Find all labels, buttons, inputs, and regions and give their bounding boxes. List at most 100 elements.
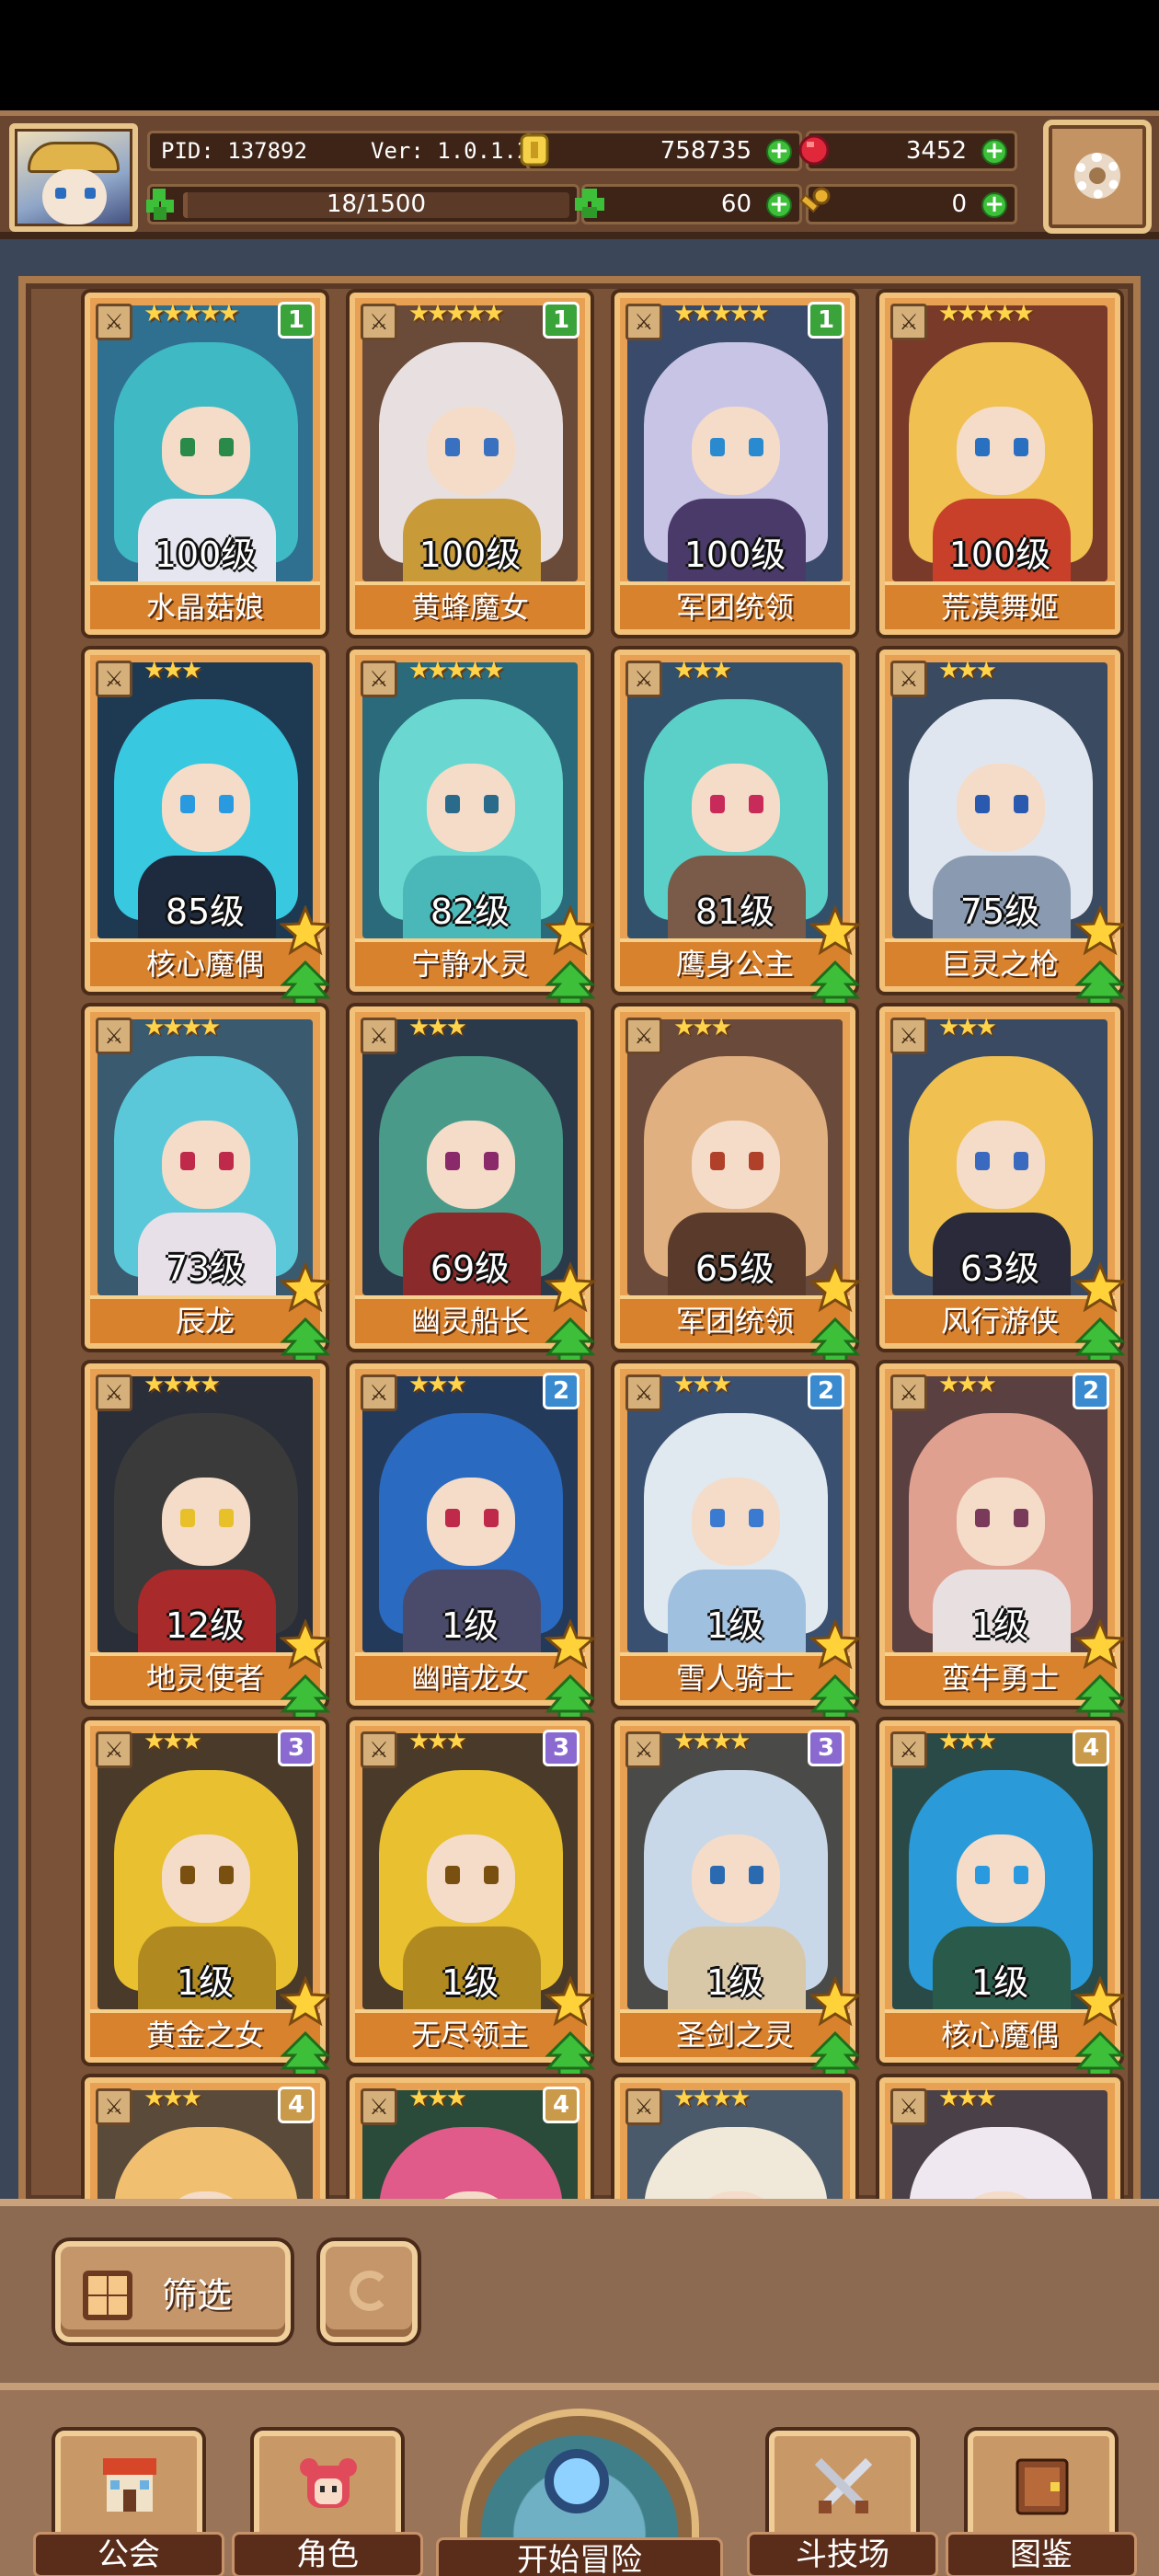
grid-icon	[83, 2271, 132, 2320]
level-up-arrow-icon	[280, 2030, 331, 2079]
nav-heroes[interactable]: 角色	[232, 2431, 423, 2576]
hero-card[interactable]: ⚔ ★★★★	[614, 2077, 855, 2215]
add-gem-button[interactable]: +	[981, 139, 1007, 165]
star-upgrade-icon	[545, 1976, 596, 2027]
hero-star-rating: ★★★	[408, 2085, 467, 2112]
star-upgrade-icon	[280, 1976, 331, 2027]
star-upgrade-icon	[545, 1262, 596, 1313]
nav-codex-label: 图鉴	[946, 2532, 1137, 2576]
star-upgrade-icon	[1074, 1262, 1126, 1313]
bottom-navigation: 公会 角色 开始冒险 斗技场 图鉴	[0, 2383, 1159, 2576]
star-upgrade-icon	[280, 1262, 331, 1313]
hero-card[interactable]: ⚔ ★★★★★ 1 100级 军团统领	[614, 293, 855, 635]
hero-star-rating: ★★★	[938, 657, 997, 684]
hero-star-rating: ★★★★★	[143, 300, 240, 328]
hero-class-icon: ⚔	[361, 304, 397, 340]
star-upgrade-icon	[1074, 1976, 1126, 2027]
hero-class-icon: ⚔	[890, 1018, 927, 1054]
hero-class-icon: ⚔	[625, 661, 662, 697]
nav-guild-label: 公会	[33, 2532, 224, 2576]
hero-star-rating: ★★★	[673, 1371, 732, 1398]
clover-icon	[146, 189, 174, 220]
hero-star-rating: ★★★	[408, 1371, 467, 1398]
hero-card[interactable]: ⚔ ★★★ 65级 军团统领	[614, 1006, 861, 1365]
level-up-arrow-icon	[1074, 1317, 1126, 1365]
hero-rank-badge: 4	[278, 2087, 315, 2123]
hero-card[interactable]: ⚔ ★★★★★ 82级 宁静水灵	[350, 650, 596, 1008]
hero-card[interactable]: ⚔ ★★★★ 73级 辰龙	[85, 1006, 331, 1365]
hero-grid: ⚔ ★★★★★ 1 100级 水晶菇娘 ⚔ ★★★★★ 1 100级 黄蜂魔女 ⚔ ★★★★★ 1 100…	[63, 283, 1148, 2215]
hero-name: 荒漠舞姬	[885, 581, 1115, 629]
hero-rank-badge: 3	[808, 1730, 844, 1766]
hero-card[interactable]: ⚔ ★★★ 75级 巨灵之枪	[879, 650, 1126, 1008]
nav-codex[interactable]: 图鉴	[946, 2431, 1137, 2576]
hero-level: 100级	[419, 535, 522, 575]
settings-button[interactable]	[1043, 120, 1152, 234]
nav-start-adventure[interactable]: 开始冒险	[436, 2390, 723, 2576]
hero-card[interactable]: ⚔ ★★★ 85级 核心魔偶	[85, 650, 331, 1008]
top-header: PID: 137892 Ver: 1.0.1.2 18/1500 758735 …	[0, 110, 1159, 239]
hero-class-icon: ⚔	[96, 661, 132, 697]
hero-class-icon: ⚔	[361, 2088, 397, 2125]
crossed-swords-icon	[814, 2457, 873, 2513]
nav-guild[interactable]: 公会	[33, 2431, 224, 2576]
filter-button[interactable]: 筛选	[55, 2241, 291, 2342]
gem-amount: 3452	[905, 137, 967, 165]
hero-card[interactable]: ⚔ ★★★ 2 1级 幽暗龙女	[350, 1363, 596, 1722]
add-gold-button[interactable]: +	[766, 139, 792, 165]
add-clover-button[interactable]: +	[766, 192, 792, 218]
hero-card[interactable]: ⚔ ★★★ 4	[85, 2077, 326, 2215]
hero-star-rating: ★★★	[938, 1371, 997, 1398]
level-up-arrow-icon	[1074, 2030, 1126, 2079]
key-icon	[799, 187, 831, 213]
nav-heroes-label: 角色	[232, 2532, 423, 2576]
hero-card[interactable]: ⚔ ★★★★★ 1 100级 水晶菇娘	[85, 293, 326, 635]
player-avatar[interactable]	[9, 123, 138, 232]
level-up-arrow-icon	[280, 960, 331, 1008]
hero-card[interactable]: ⚔ ★★★ 2 1级 蛮牛勇士	[879, 1363, 1126, 1722]
gem-box: 3452 +	[798, 131, 1017, 171]
player-id-box: PID: 137892 Ver: 1.0.1.2	[147, 131, 543, 171]
hero-roster-panel[interactable]: ⚔ ★★★★★ 1 100级 水晶菇娘 ⚔ ★★★★★ 1 100级 黄蜂魔女 ⚔ ★★★★★ 1 100…	[18, 276, 1141, 2215]
hero-card[interactable]: ⚔ ★★★ 4 1级 核心魔偶	[879, 1720, 1126, 2079]
hero-star-rating: ★★★	[143, 657, 202, 684]
hero-level: 100级	[683, 535, 786, 575]
hero-class-icon: ⚔	[96, 1018, 132, 1054]
filter-bar: 筛选	[0, 2199, 1159, 2383]
hero-rank-badge: 4	[1073, 1730, 1109, 1766]
hero-rank-badge: 2	[808, 1373, 844, 1409]
game-version: Ver: 1.0.1.2	[371, 138, 531, 164]
hero-card[interactable]: ⚔ ★★★ 69级 幽灵船长	[350, 1006, 596, 1365]
hero-card[interactable]: ⚔ ★★★★★ 1 100级 黄蜂魔女	[350, 293, 591, 635]
hero-name: 军团统领	[620, 581, 850, 629]
hero-card[interactable]: ⚔ ★★★★ 3 1级 圣剑之灵	[614, 1720, 861, 2079]
hero-card[interactable]: ⚔ ★★★ 4	[350, 2077, 591, 2215]
hero-card[interactable]: ⚔ ★★★ 63级 风行游侠	[879, 1006, 1126, 1365]
hero-rank-badge: 1	[543, 302, 580, 339]
add-key-button[interactable]: +	[981, 192, 1007, 218]
level-up-arrow-icon	[545, 1673, 596, 1722]
hero-card[interactable]: ⚔ ★★★★★ 100级 荒漠舞姬	[879, 293, 1120, 635]
hero-card[interactable]: ⚔ ★★★ 81级 鹰身公主	[614, 650, 861, 1008]
nav-arena[interactable]: 斗技场	[747, 2431, 938, 2576]
hero-card[interactable]: ⚔ ★★★	[879, 2077, 1120, 2215]
hero-card[interactable]: ⚔ ★★★ 3 1级 无尽领主	[350, 1720, 596, 2079]
hero-class-icon: ⚔	[625, 1374, 662, 1411]
hero-star-rating: ★★★	[673, 657, 732, 684]
hero-card[interactable]: ⚔ ★★★★ 12级 地灵使者	[85, 1363, 331, 1722]
key-box: 0 +	[799, 184, 1017, 224]
hero-star-rating: ★★★★	[673, 1728, 751, 1755]
hero-card[interactable]: ⚔ ★★★ 3 1级 黄金之女	[85, 1720, 331, 2079]
hero-class-icon: ⚔	[96, 304, 132, 340]
reset-filter-button[interactable]	[320, 2241, 418, 2342]
hero-rank-badge: 3	[543, 1730, 580, 1766]
hero-star-rating: ★★★	[673, 1014, 732, 1041]
star-upgrade-icon	[1074, 1619, 1126, 1670]
hero-class-icon: ⚔	[890, 1731, 927, 1768]
hero-card[interactable]: ⚔ ★★★ 2 1级 雪人骑士	[614, 1363, 861, 1722]
hero-star-rating: ★★★	[143, 2085, 202, 2112]
nav-arena-label: 斗技场	[747, 2532, 938, 2576]
gold-coin-icon	[520, 133, 549, 167]
hero-rank-badge: 2	[1073, 1373, 1109, 1409]
level-up-arrow-icon	[809, 2030, 861, 2079]
